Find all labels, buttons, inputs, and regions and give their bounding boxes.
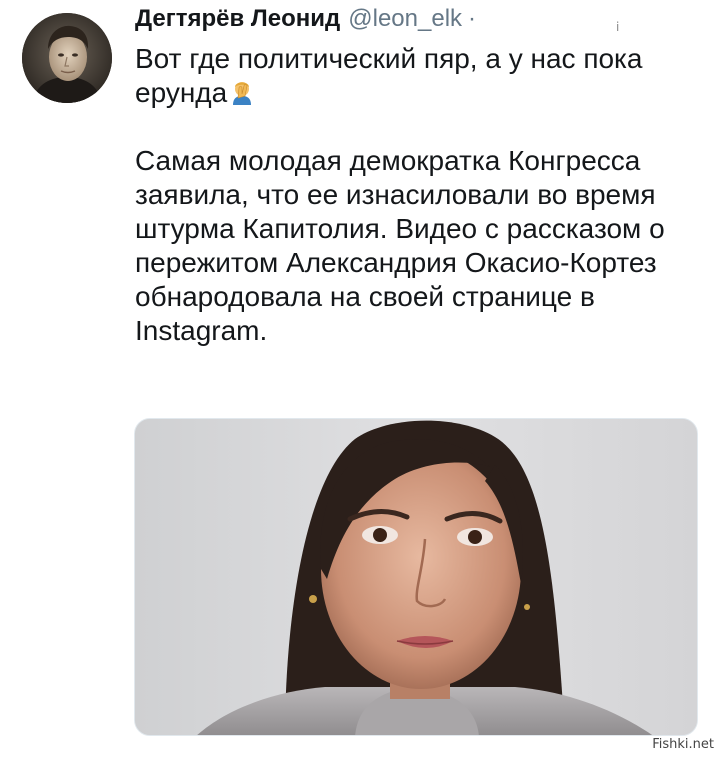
tweet-text-paragraph: Самая молодая демократка Конгресса заяви… [135,145,665,346]
portrait-image [135,419,697,735]
tweet-text-intro: Вот где политический пяр, а у нас пока е… [135,43,643,108]
tweet: Дегтярёв Леонид @leon_elk · ⅰ Вот где по… [0,0,720,757]
user-handle[interactable]: @leon_elk [348,4,462,34]
corner-mark: ⅰ [616,20,620,34]
header-separator: · [468,5,477,32]
tweet-header: Дегтярёв Леонид @leon_elk · [135,4,476,34]
watermark: Fishki.net [652,737,714,752]
facepalm-icon [229,78,255,106]
avatar[interactable] [22,13,112,103]
tweet-photo[interactable] [134,418,698,736]
avatar-image [22,13,112,103]
display-name[interactable]: Дегтярёв Леонид [135,4,340,34]
tweet-text-line1: Вот где политический пяр, а у нас пока е… [135,42,705,110]
tweet-text: Вот где политический пяр, а у нас пока е… [135,42,705,348]
